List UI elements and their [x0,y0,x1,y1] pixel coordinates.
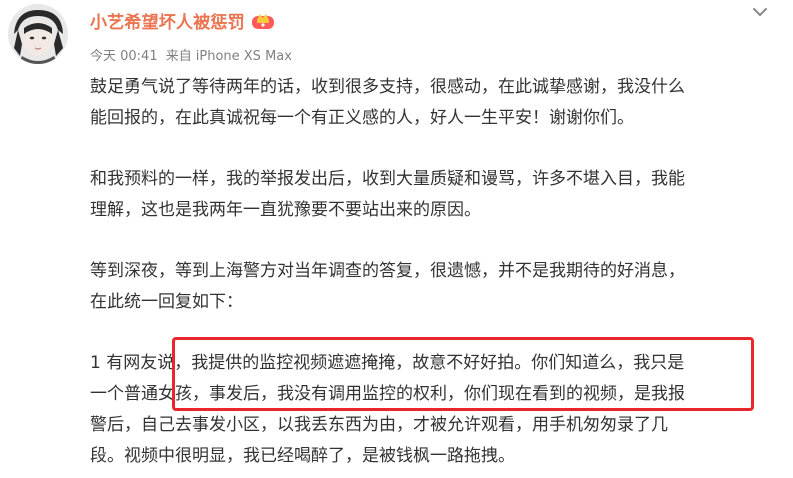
username[interactable]: 小艺希望坏人被惩罚 [90,8,245,33]
text-line: 在此统一回复如下： [90,292,243,312]
username-row: 小艺希望坏人被惩罚 [90,8,733,33]
post-time[interactable]: 今天 00:41 [90,49,158,64]
source-device[interactable]: iPhone XS Max [196,49,292,64]
post-header: 小艺希望坏人被惩罚 今天 00:41 来自 iPhone XS Max [90,8,733,65]
avatar-image [8,4,68,64]
text-line: 段。视频中很明显，我已经喝醉了，是被钱枫一路拖拽。 [90,446,515,466]
crown-badge-icon[interactable] [251,10,275,30]
paragraph-3: 等到深夜，等到上海警方对当年调查的答复，很遗憾，并不是我期待的好消息， 在此统一… [90,256,760,318]
paragraph-2: 和我预料的一样，我的举报发出后，收到大量质疑和谩骂，许多不堪入目，我能 理解，这… [90,164,760,226]
text-line: 1 有网友说，我提供的监控视频遮遮掩掩，故意不好好拍。你们知道么，我只是 [90,353,685,373]
text-line: 等到深夜，等到上海警方对当年调查的答复，很遗憾，并不是我期待的好消息， [90,261,685,281]
source-prefix: 来自 [165,49,192,64]
text-line: 一个普通女孩，事发后，我没有调用监控的权利，你们现在看到的视频，是我报 [90,384,685,404]
text-line: 鼓足勇气说了等待两年的话，收到很多支持，很感动，在此诚挚感谢，我没什么 [90,77,685,97]
chevron-down-icon[interactable] [751,4,769,18]
post-meta: 今天 00:41 来自 iPhone XS Max [90,45,733,64]
paragraph-4: 1 有网友说，我提供的监控视频遮遮掩掩，故意不好好拍。你们知道么，我只是 一个普… [90,348,760,472]
post-content: 鼓足勇气说了等待两年的话，收到很多支持，很感动，在此诚挚感谢，我没什么 能回报的… [90,72,760,472]
text-line: 能回报的，在此真诚祝每一个有正义感的人，好人一生平安！谢谢你们。 [90,108,634,128]
avatar[interactable] [8,4,68,64]
paragraph-1: 鼓足勇气说了等待两年的话，收到很多支持，很感动，在此诚挚感谢，我没什么 能回报的… [90,72,760,134]
text-line: 警后，自己去事发小区，以我丢东西为由，才被允许观看，用手机匆匆录了几 [90,415,668,435]
weibo-post: 小艺希望坏人被惩罚 今天 00:41 来自 iPhone XS Max 鼓足勇气说… [0,0,793,478]
text-line: 和我预料的一样，我的举报发出后，收到大量质疑和谩骂，许多不堪入目，我能 [90,169,685,189]
text-line: 理解，这也是我两年一直犹豫要不要站出来的原因。 [90,200,481,220]
